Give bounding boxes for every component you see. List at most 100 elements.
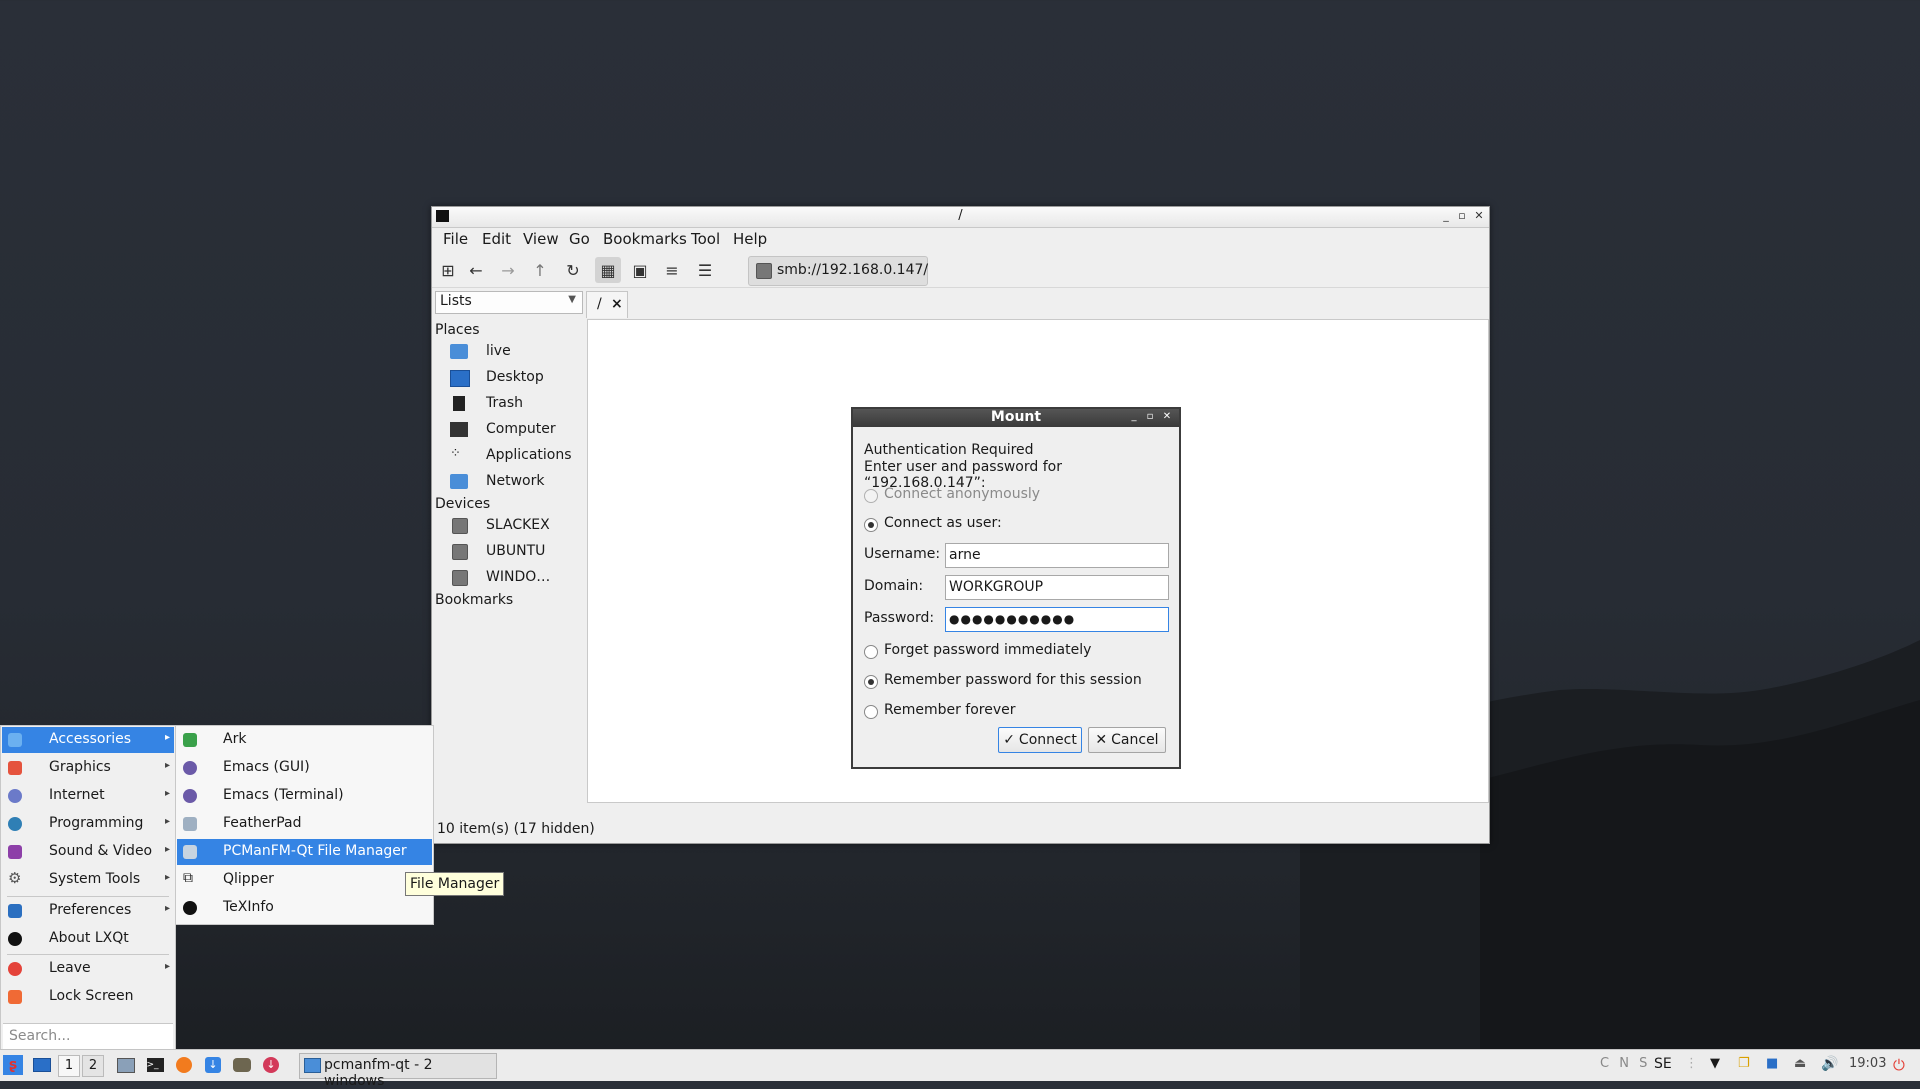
wifi-icon[interactable]: ▼ [1710,1056,1720,1071]
place-label: live [486,343,511,359]
place-applications[interactable]: ⁘ Applications [450,445,572,469]
forward-icon[interactable]: → [495,257,521,283]
password-field[interactable]: ●●●●●●●●●●● [945,607,1169,632]
submenu-item-emacs-terminal[interactable]: Emacs (Terminal) [177,783,432,809]
icon-view-icon[interactable]: ▦ [595,257,621,283]
radio-connect-as-user[interactable] [864,518,878,532]
submenu-item-ark[interactable]: Ark [177,727,432,753]
submenu-item-pcmanfm-qt[interactable]: PCManFM-Qt File Manager [177,839,432,865]
tab-close-icon[interactable]: × [611,296,623,312]
removable-media-icon[interactable]: ⏏ [1794,1056,1806,1071]
place-network[interactable]: Network [450,471,570,495]
firefox-icon[interactable] [174,1055,194,1075]
submenu-item-qlipper[interactable]: ⧉ Qlipper [177,867,432,893]
device-slackex[interactable]: SLACKEX [450,515,570,539]
power-icon [8,962,22,976]
tab-root[interactable]: / × [586,291,628,318]
workspace-1-button[interactable]: 1 [58,1055,80,1077]
radio-remember-forever[interactable] [864,705,878,719]
menu-item-about-lxqt[interactable]: About LXQt [2,926,174,952]
menu-view[interactable]: View [523,230,559,248]
new-tab-icon[interactable]: ⊞ [435,257,461,283]
update-icon[interactable]: ■ [1766,1056,1778,1071]
keyboard-layout[interactable]: SE [1654,1056,1672,1072]
menu-item-accessories[interactable]: Accessories ▸ [2,727,174,753]
menu-item-sound-video[interactable]: Sound & Video ▸ [2,839,174,865]
minimize-button[interactable]: _ [1128,411,1140,423]
cancel-button[interactable]: ✕ Cancel [1088,727,1166,753]
menu-item-leave[interactable]: Leave ▸ [2,956,174,982]
trash-icon [453,396,465,411]
applications-icon: ⁘ [450,446,461,461]
power-icon[interactable]: ⏻ [1893,1056,1905,1074]
radio-connect-anonymously[interactable] [864,489,878,503]
side-pane-mode-select[interactable]: Lists ▼ [435,291,583,314]
taskbar-window-button[interactable]: pcmanfm-qt - 2 windows [299,1053,497,1089]
detailed-list-icon[interactable]: ☰ [692,257,718,283]
device-windows[interactable]: WINDO… [450,567,570,591]
menu-bookmarks[interactable]: Bookmarks [603,230,687,248]
up-icon[interactable]: ↑ [527,257,553,283]
place-computer[interactable]: Computer [450,419,570,443]
dialog-titlebar[interactable]: Mount _ ▫ ✕ [853,409,1179,427]
minimize-button[interactable]: _ [1439,209,1453,223]
connect-button[interactable]: ✓ Connect [998,727,1082,753]
download-icon[interactable]: ↓ [203,1055,223,1075]
file-manager-launcher-icon[interactable] [116,1055,136,1075]
menu-item-lock-screen[interactable]: Lock Screen [2,984,174,1010]
show-desktop-icon[interactable] [32,1055,52,1075]
graphics-icon [8,761,22,775]
menu-item-preferences[interactable]: Preferences ▸ [2,898,174,924]
menu-help[interactable]: Help [733,230,767,248]
menu-item-programming[interactable]: Programming ▸ [2,811,174,837]
submenu-item-featherpad[interactable]: FeatherPad [177,811,432,837]
close-button[interactable]: ✕ [1161,411,1173,423]
tray-separator: ⋮ [1685,1056,1698,1071]
radio-forget-password[interactable] [864,645,878,659]
start-menu-icon[interactable]: ʂ [3,1055,23,1075]
internet-icon [8,789,22,803]
submenu-item-emacs-gui[interactable]: Emacs (GUI) [177,755,432,781]
keyboard-indicators: C N S [1600,1056,1651,1071]
notes-icon[interactable]: ❐ [1738,1056,1750,1071]
menu-item-graphics[interactable]: Graphics ▸ [2,755,174,781]
chevron-right-icon: ▸ [164,872,170,883]
ark-icon [183,733,197,747]
close-button[interactable]: ✕ [1472,209,1486,223]
menu-item-internet[interactable]: Internet ▸ [2,783,174,809]
reload-icon[interactable]: ↻ [560,257,586,283]
installer-icon[interactable]: ↓ [261,1055,281,1075]
status-bar: 10 item(s) (17 hidden) [437,821,595,837]
device-label: UBUNTU [486,543,546,559]
menu-file[interactable]: File [443,230,468,248]
menu-go[interactable]: Go [569,230,590,248]
gimp-icon[interactable] [232,1055,252,1075]
place-trash[interactable]: Trash [450,393,570,417]
cancel-button-label: Cancel [1111,732,1159,748]
clock[interactable]: 19:03 [1849,1056,1886,1071]
username-field[interactable]: arne [945,543,1169,568]
place-desktop[interactable]: Desktop [450,367,570,391]
path-bar-text: smb://192.168.0.147/ [777,262,929,278]
domain-field[interactable]: WORKGROUP [945,575,1169,600]
compact-view-icon[interactable]: ≡ [659,257,685,283]
window-title: / [958,208,963,223]
thumbnail-view-icon[interactable]: ▣ [627,257,653,283]
menu-search-input[interactable]: Search... [3,1023,173,1050]
device-ubuntu[interactable]: UBUNTU [450,541,570,565]
menu-edit[interactable]: Edit [482,230,511,248]
terminal-icon[interactable]: >_ [145,1055,165,1075]
maximize-button[interactable]: ▫ [1455,209,1469,223]
volume-icon[interactable]: 🔊 [1821,1056,1838,1072]
back-icon[interactable]: ← [463,257,489,283]
workspace-2-button[interactable]: 2 [82,1055,104,1077]
place-live[interactable]: live [450,341,570,365]
maximize-button[interactable]: ▫ [1144,411,1156,423]
menu-item-system-tools[interactable]: ⚙ System Tools ▸ [2,867,174,893]
menu-tool[interactable]: Tool [691,230,720,248]
submenu-item-texinfo[interactable]: TeXInfo [177,895,432,921]
path-bar[interactable]: smb://192.168.0.147/ [748,256,928,286]
window-titlebar[interactable]: / _ ▫ ✕ [432,207,1489,228]
menu-item-label: Programming [49,815,144,831]
radio-remember-session[interactable] [864,675,878,689]
